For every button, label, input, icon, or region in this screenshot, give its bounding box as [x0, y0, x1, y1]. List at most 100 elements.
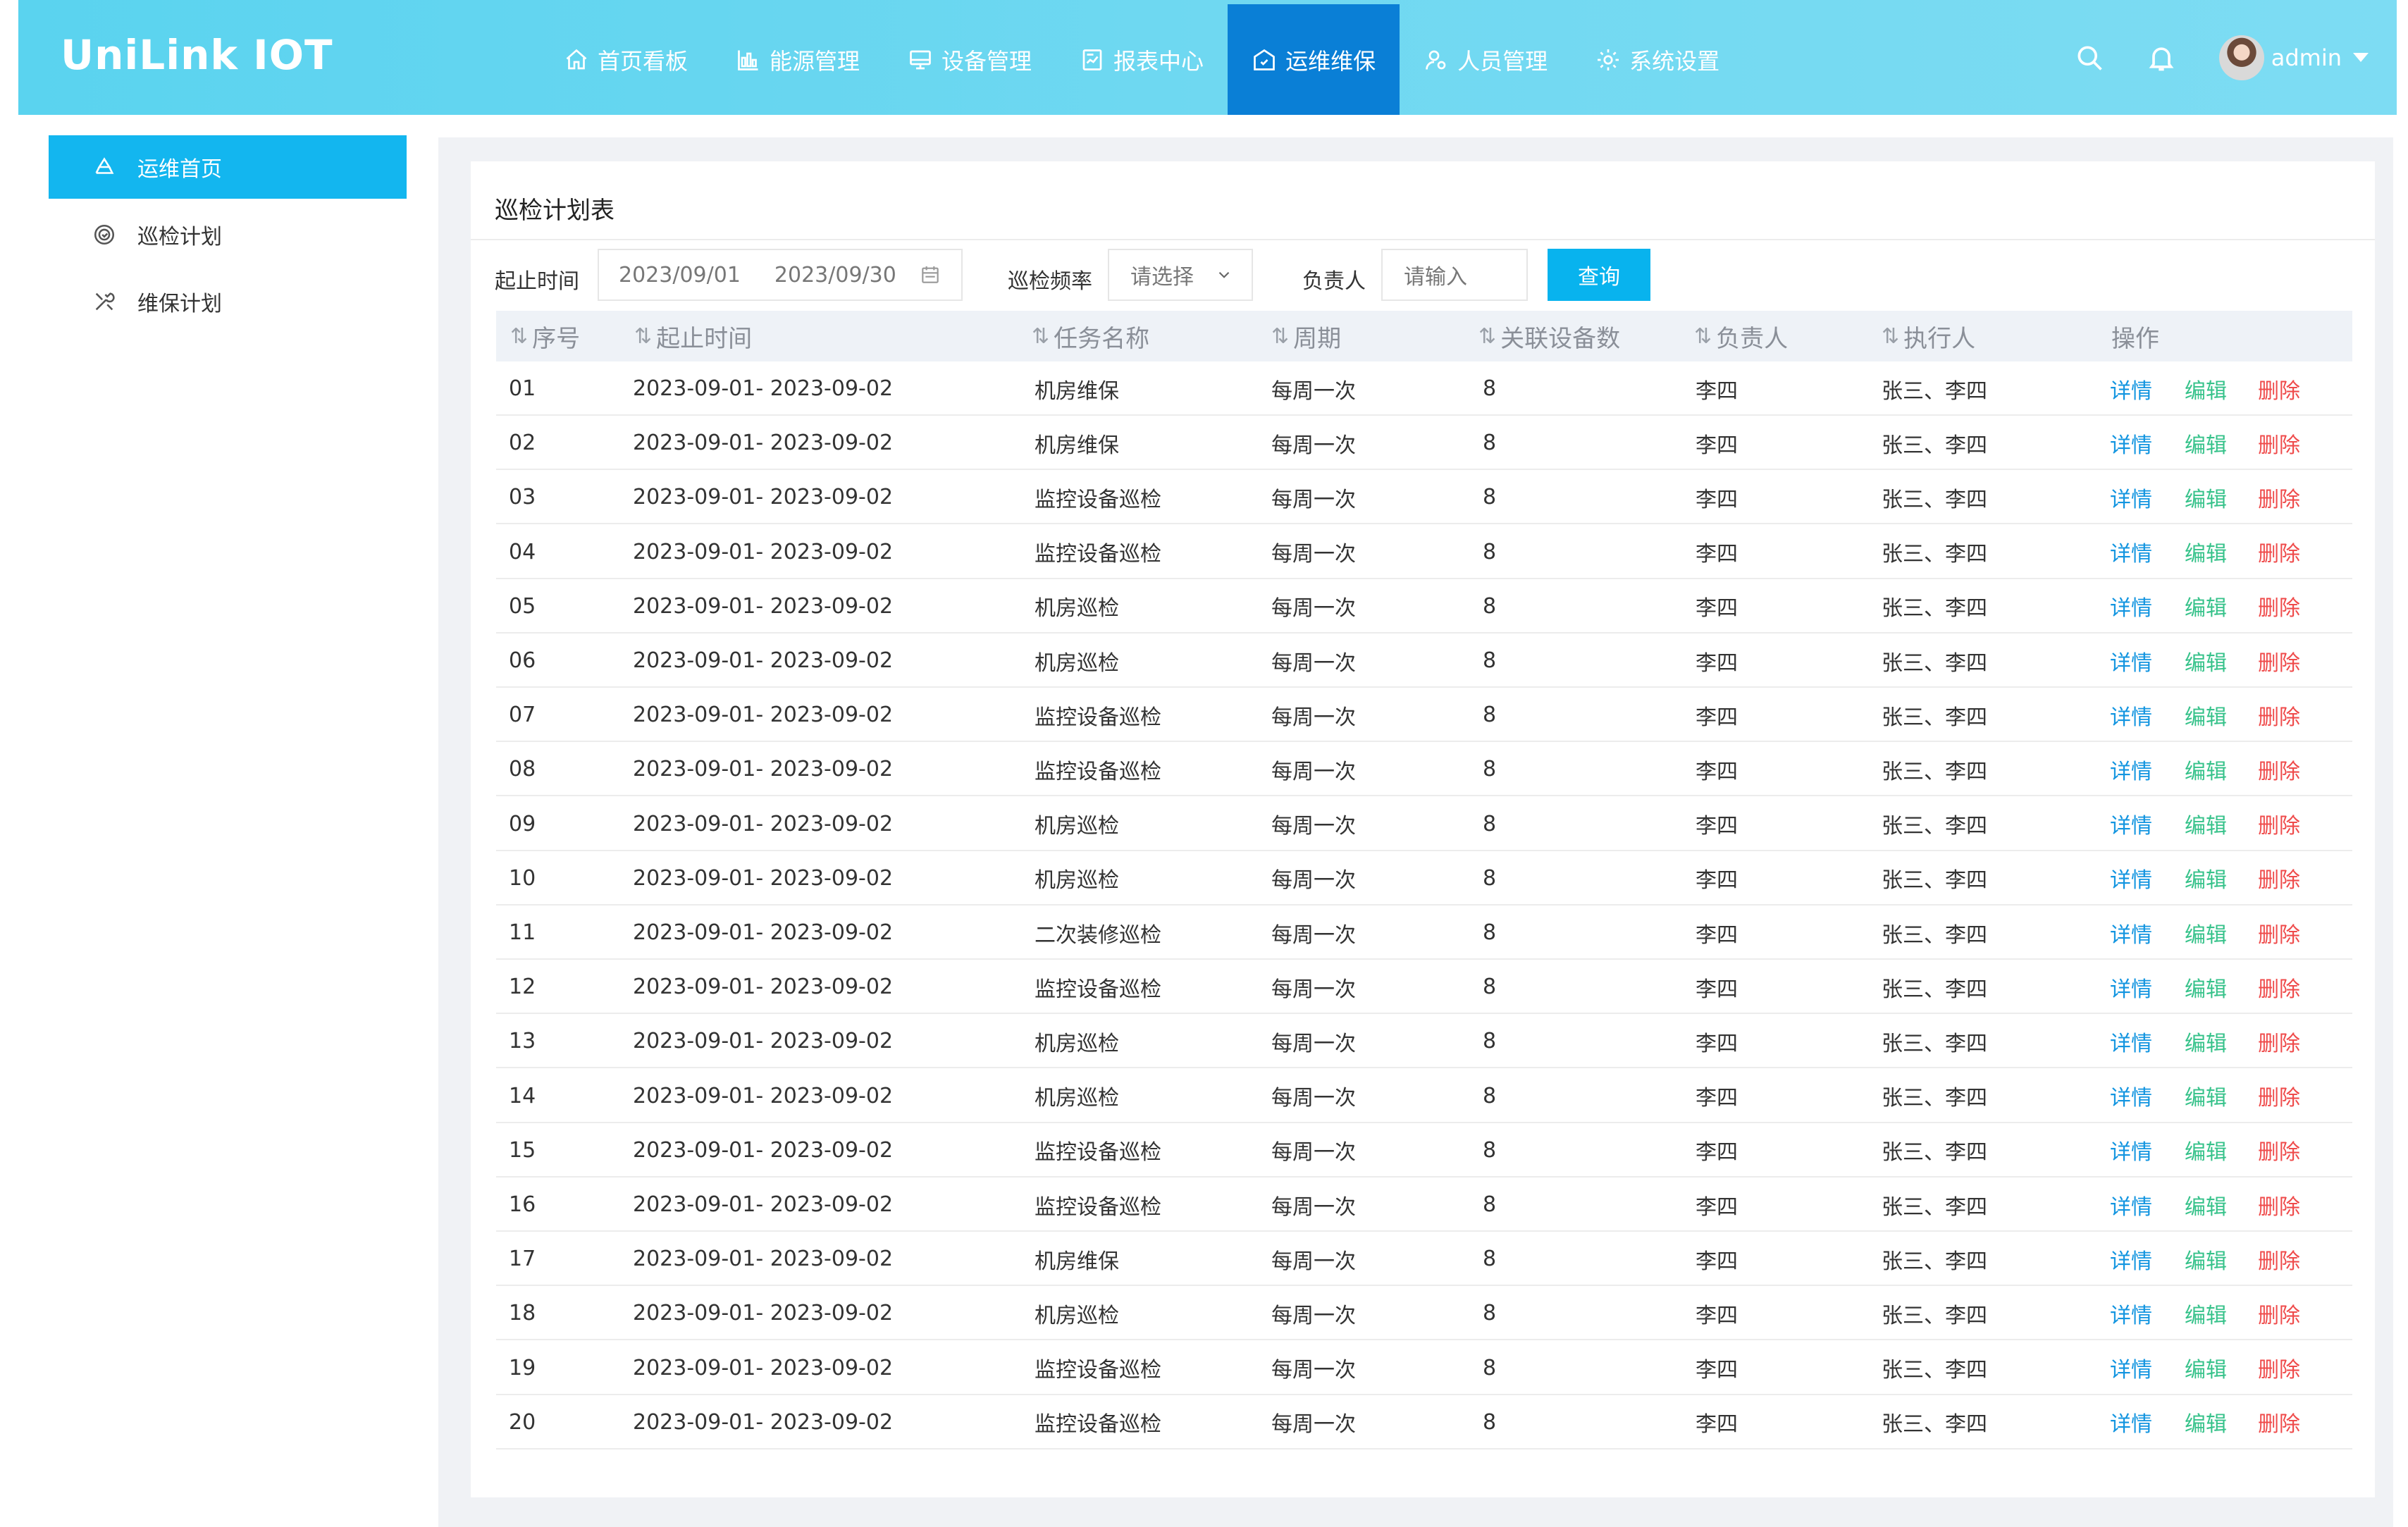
nav-item-maintenance[interactable]: 运维维保 [1228, 4, 1400, 115]
detail-button[interactable]: 详情 [2110, 1069, 2152, 1123]
edit-button[interactable]: 编辑 [2185, 361, 2227, 416]
delete-button[interactable]: 删除 [2258, 470, 2300, 524]
start-date-value[interactable]: 2023/09/01 [619, 263, 741, 288]
edit-button[interactable]: 编辑 [2185, 525, 2227, 579]
edit-button[interactable]: 编辑 [2185, 742, 2227, 796]
detail-button[interactable]: 详情 [2110, 851, 2152, 905]
nav-item-system-settings[interactable]: 系统设置 [1572, 4, 1743, 115]
delete-button[interactable]: 删除 [2258, 960, 2300, 1014]
edit-button[interactable]: 编辑 [2185, 1286, 2227, 1340]
edit-button[interactable]: 编辑 [2185, 1069, 2227, 1123]
cell-index: 18 [509, 1301, 536, 1326]
col-header-period[interactable]: ⇅ 周期 [1271, 311, 1341, 361]
detail-button[interactable]: 详情 [2110, 1286, 2152, 1340]
col-header-owner[interactable]: ⇅ 负责人 [1694, 311, 1788, 361]
col-header-time[interactable]: ⇅ 起止时间 [634, 311, 752, 361]
edit-button[interactable]: 编辑 [2185, 416, 2227, 470]
owner-input[interactable]: 请输入 [1381, 249, 1528, 301]
brand-logo[interactable]: UniLink IOT [61, 31, 333, 79]
edit-button[interactable]: 编辑 [2185, 633, 2227, 688]
edit-button[interactable]: 编辑 [2185, 1341, 2227, 1395]
end-date-value[interactable]: 2023/09/30 [774, 263, 896, 288]
sort-icon[interactable]: ⇅ [510, 324, 528, 349]
delete-button[interactable]: 删除 [2258, 633, 2300, 688]
date-range-picker[interactable]: 2023/09/01 2023/09/30 [598, 249, 963, 301]
bell-icon[interactable] [2146, 42, 2177, 73]
delete-button[interactable]: 删除 [2258, 1341, 2300, 1395]
delete-button[interactable]: 删除 [2258, 1232, 2300, 1286]
detail-button[interactable]: 详情 [2110, 633, 2152, 688]
delete-button[interactable]: 删除 [2258, 1286, 2300, 1340]
edit-button[interactable]: 编辑 [2185, 1395, 2227, 1449]
sort-icon[interactable]: ⇅ [1032, 324, 1049, 349]
search-icon[interactable] [2074, 42, 2105, 73]
sort-icon[interactable]: ⇅ [1882, 324, 1899, 349]
edit-button[interactable]: 编辑 [2185, 1123, 2227, 1177]
detail-button[interactable]: 详情 [2110, 1341, 2152, 1395]
edit-button[interactable]: 编辑 [2185, 688, 2227, 742]
detail-button[interactable]: 详情 [2110, 1177, 2152, 1232]
col-header-task[interactable]: ⇅ 任务名称 [1032, 311, 1149, 361]
delete-button[interactable]: 删除 [2258, 742, 2300, 796]
edit-button[interactable]: 编辑 [2185, 1177, 2227, 1232]
delete-button[interactable]: 删除 [2258, 361, 2300, 416]
edit-button[interactable]: 编辑 [2185, 1232, 2227, 1286]
user-name[interactable]: admin [2271, 44, 2342, 71]
delete-button[interactable]: 删除 [2258, 1123, 2300, 1177]
edit-button[interactable]: 编辑 [2185, 905, 2227, 960]
delete-button[interactable]: 删除 [2258, 851, 2300, 905]
detail-button[interactable]: 详情 [2110, 688, 2152, 742]
delete-button[interactable]: 删除 [2258, 797, 2300, 851]
query-button[interactable]: 查询 [1548, 249, 1650, 301]
edit-button[interactable]: 编辑 [2185, 851, 2227, 905]
nav-item-devices[interactable]: 设备管理 [884, 4, 1056, 115]
col-header-device-count[interactable]: ⇅ 关联设备数 [1478, 311, 1620, 361]
sort-icon[interactable]: ⇅ [1271, 324, 1289, 349]
delete-button[interactable]: 删除 [2258, 688, 2300, 742]
detail-button[interactable]: 详情 [2110, 797, 2152, 851]
cell-owner: 李四 [1696, 1303, 1738, 1328]
delete-button[interactable]: 删除 [2258, 416, 2300, 470]
detail-button[interactable]: 详情 [2110, 1123, 2152, 1177]
detail-button[interactable]: 详情 [2110, 579, 2152, 633]
calendar-icon[interactable] [919, 264, 941, 286]
col-header-executor[interactable]: ⇅ 执行人 [1882, 311, 1975, 361]
sort-icon[interactable]: ⇅ [1478, 324, 1496, 349]
nav-item-personnel[interactable]: 人员管理 [1400, 4, 1572, 115]
nav-item-reports[interactable]: 报表中心 [1056, 4, 1228, 115]
delete-button[interactable]: 删除 [2258, 579, 2300, 633]
delete-button[interactable]: 删除 [2258, 1177, 2300, 1232]
edit-button[interactable]: 编辑 [2185, 797, 2227, 851]
delete-button[interactable]: 删除 [2258, 1069, 2300, 1123]
nav-item-dashboard[interactable]: 首页看板 [540, 4, 712, 115]
detail-button[interactable]: 详情 [2110, 470, 2152, 524]
delete-button[interactable]: 删除 [2258, 1395, 2300, 1449]
edit-button[interactable]: 编辑 [2185, 579, 2227, 633]
detail-button[interactable]: 详情 [2110, 742, 2152, 796]
edit-button[interactable]: 编辑 [2185, 470, 2227, 524]
detail-button[interactable]: 详情 [2110, 525, 2152, 579]
delete-button[interactable]: 删除 [2258, 525, 2300, 579]
detail-button[interactable]: 详情 [2110, 1395, 2152, 1449]
avatar[interactable] [2218, 35, 2264, 80]
delete-button[interactable]: 删除 [2258, 1014, 2300, 1068]
sort-icon[interactable]: ⇅ [1694, 324, 1712, 349]
detail-button[interactable]: 详情 [2110, 1014, 2152, 1068]
delete-button[interactable]: 删除 [2258, 905, 2300, 960]
frequency-select[interactable]: 请选择 [1108, 249, 1253, 301]
detail-button[interactable]: 详情 [2110, 960, 2152, 1014]
detail-button[interactable]: 详情 [2110, 905, 2152, 960]
detail-button[interactable]: 详情 [2110, 1232, 2152, 1286]
edit-button[interactable]: 编辑 [2185, 960, 2227, 1014]
sidebar-item-maintenance-plan[interactable]: 维保计划 [49, 270, 407, 333]
chevron-down-icon[interactable] [2353, 53, 2369, 62]
sidebar-item-inspection-plan[interactable]: 巡检计划 [49, 203, 407, 266]
detail-button[interactable]: 详情 [2110, 416, 2152, 470]
sidebar-item-ops-home[interactable]: 运维首页 [49, 135, 407, 199]
sort-icon[interactable]: ⇅ [634, 324, 652, 349]
detail-button[interactable]: 详情 [2110, 361, 2152, 416]
col-header-index[interactable]: ⇅ 序号 [510, 311, 580, 361]
edit-button[interactable]: 编辑 [2185, 1014, 2227, 1068]
cell-index: 05 [509, 593, 536, 619]
nav-item-energy[interactable]: 能源管理 [712, 4, 884, 115]
